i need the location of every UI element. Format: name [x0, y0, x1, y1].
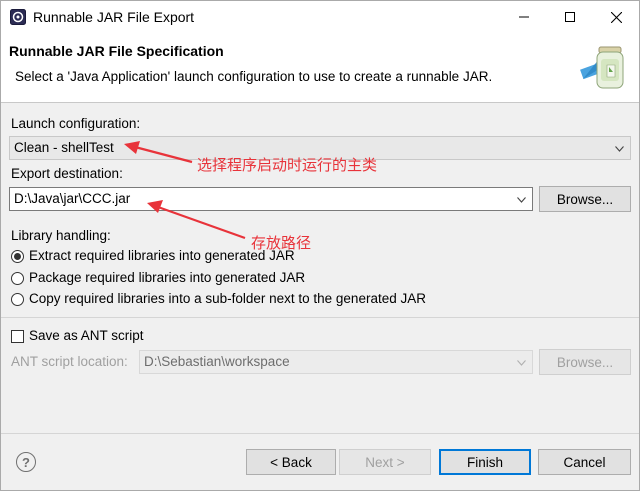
export-destination-value: D:\Java\jar\CCC.jar: [14, 191, 131, 206]
launch-configuration-label: Launch configuration:: [11, 116, 141, 131]
dropdown-arrow-icon: [615, 146, 624, 152]
next-button: Next >: [339, 449, 431, 475]
close-button[interactable]: [593, 1, 639, 33]
page-title: Runnable JAR File Specification: [9, 43, 224, 59]
window-title: Runnable JAR File Export: [33, 9, 195, 25]
save-ant-label[interactable]: Save as ANT script: [29, 328, 144, 343]
section-divider: [1, 317, 639, 318]
title-bar: Runnable JAR File Export: [1, 1, 639, 33]
cancel-button[interactable]: Cancel: [538, 449, 631, 475]
ant-location-combo: D:\Sebastian\workspace: [139, 350, 533, 374]
minimize-button[interactable]: [501, 1, 547, 33]
launch-configuration-value: Clean - shellTest: [14, 140, 114, 155]
export-destination-label: Export destination:: [11, 166, 123, 181]
dropdown-arrow-icon: [517, 197, 526, 203]
library-option-radio[interactable]: [11, 293, 24, 306]
dialog-window: Runnable JAR File Export Runnable JAR Fi…: [0, 0, 640, 491]
maximize-icon: [565, 12, 575, 22]
dropdown-arrow-icon: [517, 360, 526, 366]
app-icon: [10, 9, 26, 25]
help-icon[interactable]: ?: [16, 452, 36, 472]
minimize-icon: [519, 16, 529, 18]
library-option-radio[interactable]: [11, 250, 24, 263]
library-option-label[interactable]: Package required libraries into generate…: [29, 270, 305, 285]
library-option-radio[interactable]: [11, 272, 24, 285]
export-annotation: 存放路径: [251, 234, 312, 252]
maximize-button[interactable]: [547, 1, 593, 33]
ant-location-label: ANT script location:: [11, 354, 128, 369]
jar-wizard-icon: [577, 39, 633, 97]
close-icon: [610, 11, 622, 23]
library-option-label[interactable]: Copy required libraries into a sub-folde…: [29, 291, 426, 306]
wizard-header: Runnable JAR File Specification Select a…: [1, 33, 639, 103]
library-handling-label: Library handling:: [11, 228, 111, 243]
export-destination-combo[interactable]: D:\Java\jar\CCC.jar: [9, 187, 533, 211]
page-description: Select a 'Java Application' launch confi…: [15, 69, 493, 84]
ant-browse-button: Browse...: [539, 349, 631, 375]
finish-button[interactable]: Finish: [439, 449, 531, 475]
export-browse-button[interactable]: Browse...: [539, 186, 631, 212]
launch-annotation: 选择程序启动时运行的主类: [197, 156, 378, 174]
back-button[interactable]: < Back: [246, 449, 336, 475]
ant-location-value: D:\Sebastian\workspace: [144, 354, 290, 369]
save-ant-checkbox[interactable]: [11, 330, 24, 343]
footer-divider: [1, 433, 639, 434]
